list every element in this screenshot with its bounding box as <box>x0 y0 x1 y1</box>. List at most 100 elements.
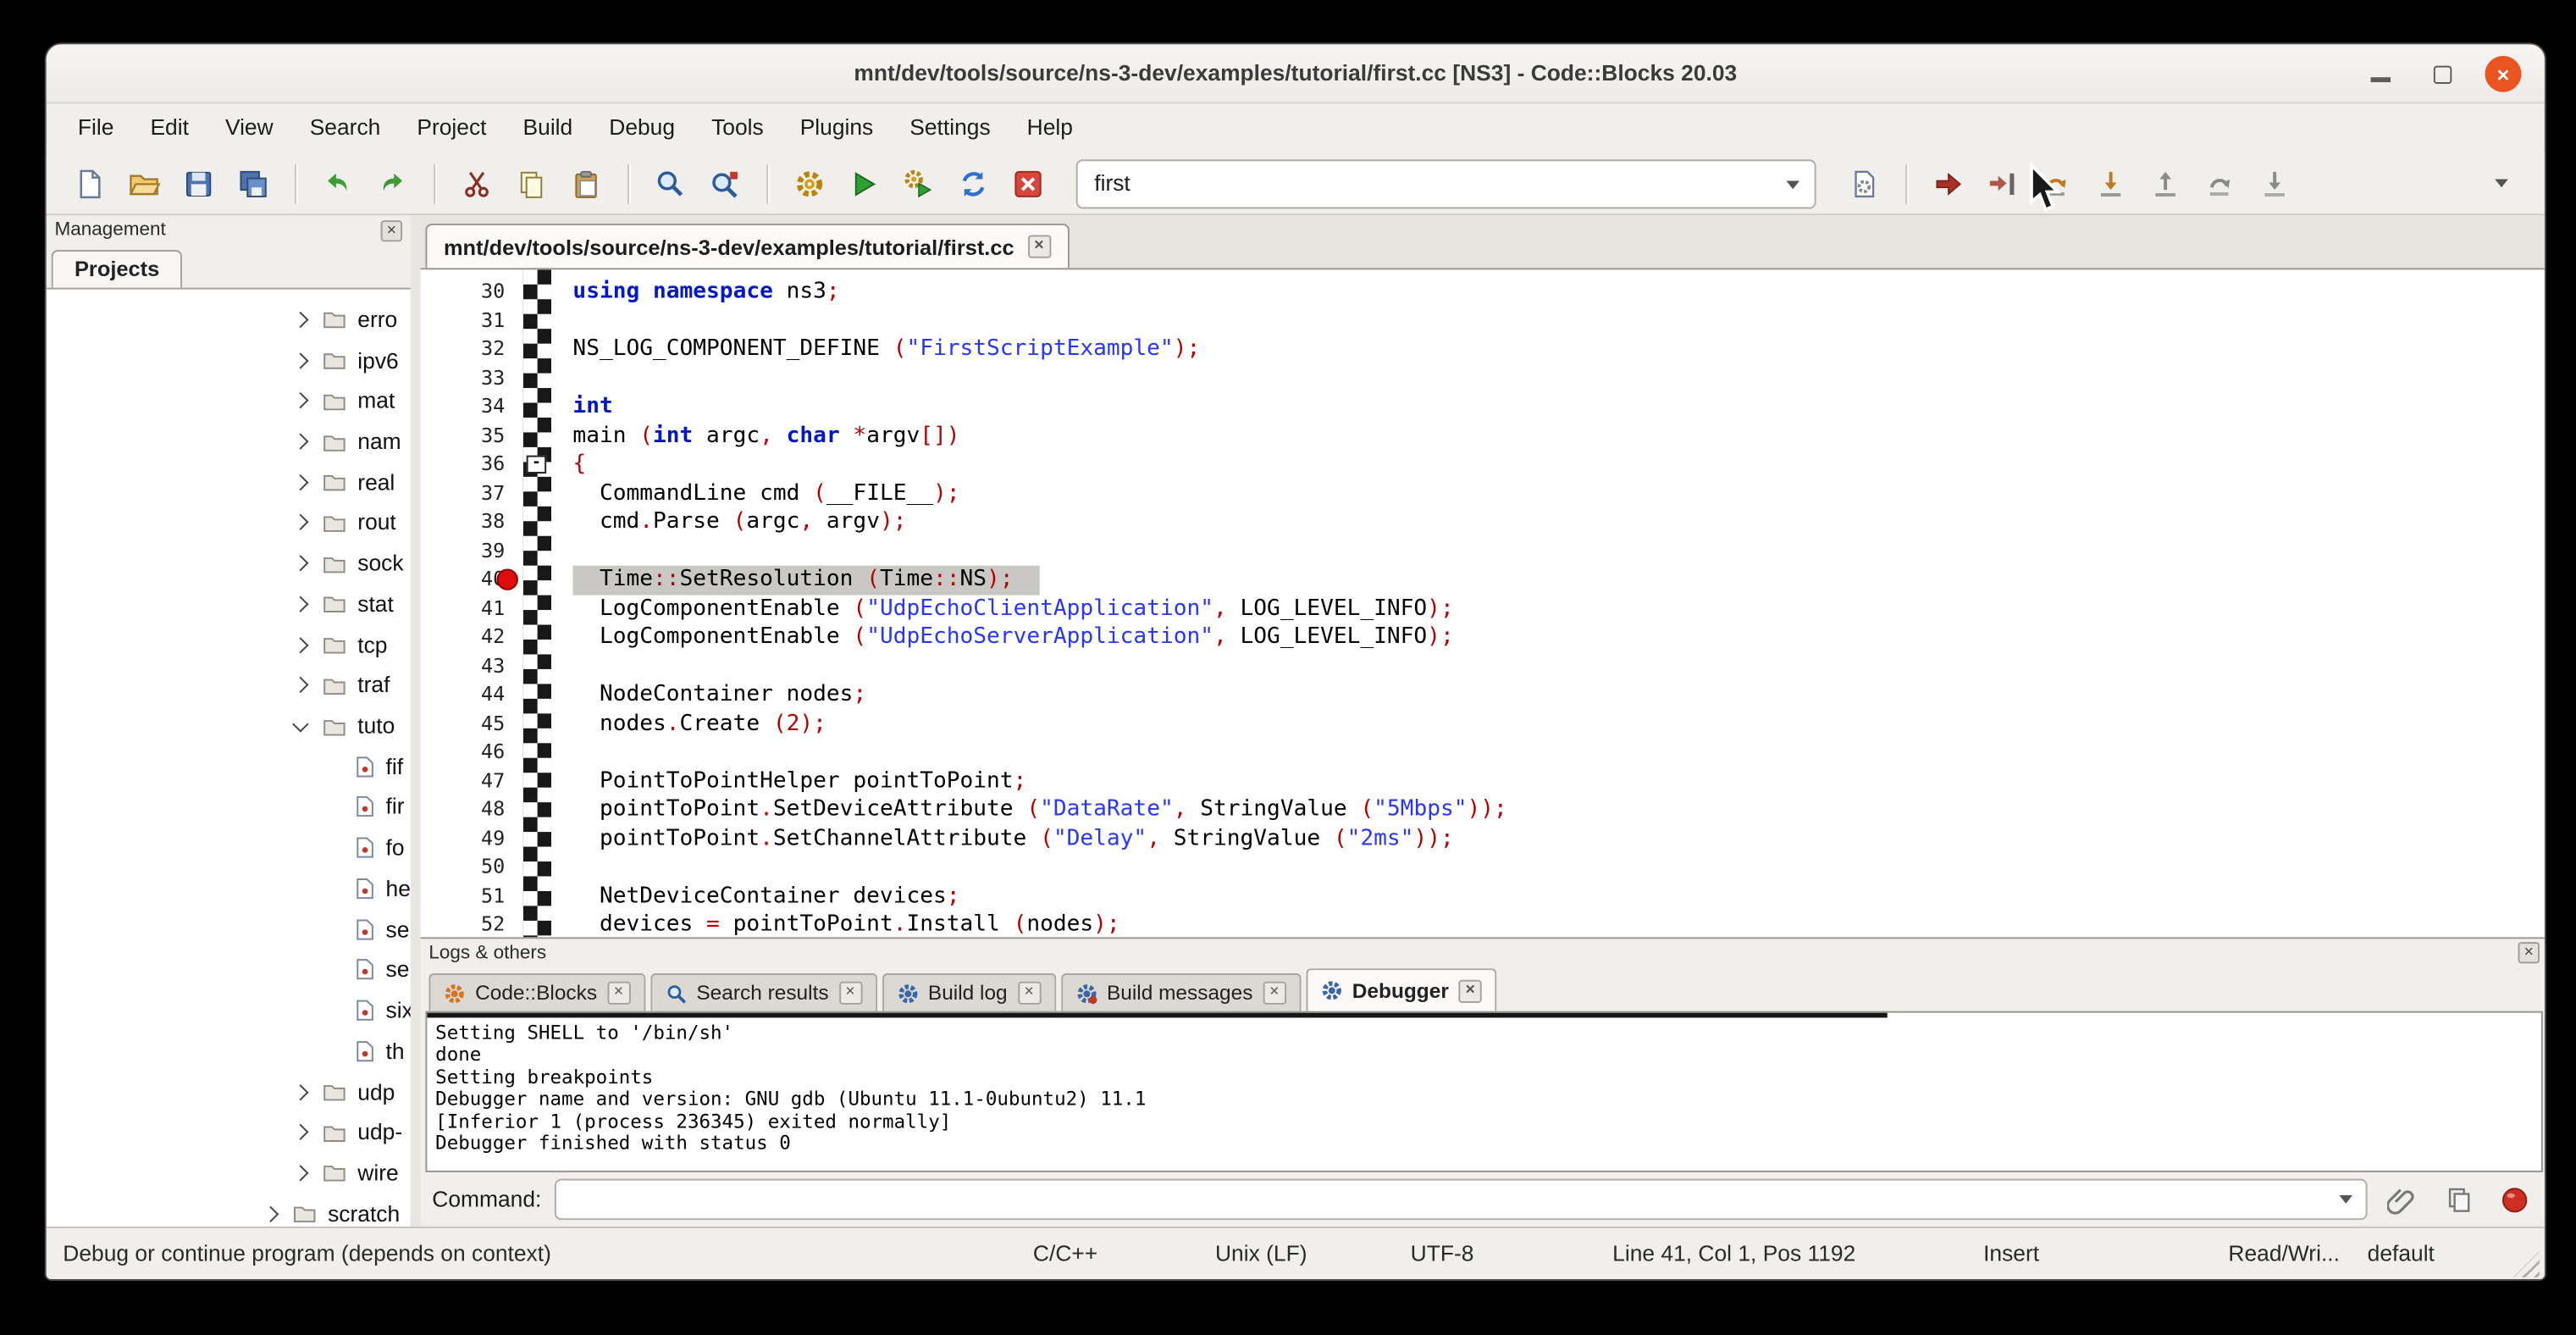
line-number[interactable]: 51 <box>421 882 517 911</box>
close-tab-icon[interactable]: × <box>1263 982 1285 1005</box>
tree-item[interactable]: six <box>47 990 411 1031</box>
tree-item[interactable]: nam <box>47 421 411 462</box>
tab-build-log[interactable]: Build log× <box>882 973 1055 1011</box>
code-line[interactable]: 31 <box>421 307 2546 335</box>
code-line[interactable]: 34int <box>421 393 2546 422</box>
line-number[interactable]: 44 <box>421 681 517 710</box>
code-line[interactable]: 40 Time::SetResolution (Time::NS); <box>421 566 2546 595</box>
fold-collapse-icon[interactable]: - <box>527 456 546 474</box>
code-line[interactable]: 35main (int argc, char *argv[]) <box>421 422 2546 451</box>
find-in-files-button[interactable] <box>702 160 749 206</box>
chevron-right-icon[interactable] <box>292 393 308 409</box>
chevron-right-icon[interactable] <box>292 1083 308 1100</box>
chevron-right-icon[interactable] <box>292 595 308 612</box>
code-line[interactable]: 42 LogComponentEnable ("UdpEchoServerApp… <box>421 623 2546 652</box>
menu-edit[interactable]: Edit <box>132 103 207 152</box>
paste-button[interactable] <box>563 160 610 206</box>
run-button[interactable] <box>841 160 887 206</box>
breakpoint-icon[interactable] <box>497 569 518 590</box>
chevron-right-icon[interactable] <box>263 1205 279 1221</box>
code-line[interactable]: 39 <box>421 537 2546 566</box>
toolbar-overflow-button[interactable] <box>2479 160 2525 206</box>
menu-build[interactable]: Build <box>505 103 591 152</box>
chevron-right-icon[interactable] <box>292 677 308 693</box>
close-tab-icon[interactable]: × <box>1017 982 1040 1005</box>
chevron-down-icon[interactable] <box>292 716 308 732</box>
close-logs-icon[interactable]: × <box>2518 942 2540 963</box>
tree-item[interactable]: mat <box>47 380 411 421</box>
code-line[interactable]: 33 <box>421 364 2546 393</box>
close-tab-icon[interactable]: × <box>1027 235 1050 258</box>
close-tab-icon[interactable]: × <box>607 982 630 1005</box>
line-number[interactable]: 43 <box>421 652 517 681</box>
tree-item[interactable]: real <box>47 462 411 502</box>
chevron-down-icon[interactable] <box>1786 180 1799 189</box>
menu-project[interactable]: Project <box>399 103 505 152</box>
tree-item[interactable]: sock <box>47 543 411 584</box>
tree-item[interactable]: fif <box>47 746 411 787</box>
title-bar[interactable]: mnt/dev/tools/source/ns-3-dev/examples/t… <box>47 44 2545 103</box>
tree-item[interactable]: fir <box>47 787 411 828</box>
rebuild-button[interactable] <box>950 160 997 206</box>
next-line-button[interactable] <box>2035 160 2081 206</box>
chevron-down-icon[interactable] <box>2339 1195 2352 1204</box>
tree-item[interactable]: fo <box>47 828 411 868</box>
line-number[interactable]: 52 <box>421 911 517 937</box>
line-number[interactable]: 36 <box>421 451 517 479</box>
tab-search-results[interactable]: Search results× <box>650 973 877 1011</box>
tree-item[interactable]: rout <box>47 502 411 543</box>
panel-splitter[interactable] <box>411 215 421 1227</box>
build-target-combo[interactable]: first <box>1076 158 1816 208</box>
copy-output-button[interactable] <box>2437 1178 2480 1221</box>
menu-view[interactable]: View <box>207 103 291 152</box>
chevron-right-icon[interactable] <box>292 434 308 450</box>
next-instruction-button[interactable] <box>2198 160 2245 206</box>
chevron-right-icon[interactable] <box>292 1124 308 1140</box>
chevron-right-icon[interactable] <box>292 515 308 531</box>
undo-button[interactable] <box>314 160 361 206</box>
close-tab-icon[interactable]: × <box>1459 979 1482 1002</box>
save-button[interactable] <box>175 160 222 206</box>
abort-build-button[interactable] <box>1005 160 1052 206</box>
resize-grip[interactable] <box>2513 1251 2540 1277</box>
line-number[interactable]: 48 <box>421 795 517 824</box>
build-and-run-button[interactable] <box>896 160 943 206</box>
tree-item[interactable]: erro <box>47 299 411 340</box>
menu-file[interactable]: File <box>59 103 132 152</box>
debug-continue-button[interactable] <box>1926 160 1972 206</box>
tab-code-blocks[interactable]: Code::Blocks× <box>428 973 644 1011</box>
close-button[interactable]: × <box>2485 56 2521 92</box>
code-line[interactable]: 49 pointToPoint.SetChannelAttribute ("De… <box>421 824 2546 853</box>
debugger-output[interactable]: Setting SHELL to '/bin/sh'doneSetting br… <box>425 1011 2542 1172</box>
command-input[interactable] <box>555 1179 2368 1221</box>
line-number[interactable]: 49 <box>421 824 517 853</box>
code-editor[interactable]: 30using namespace ns3;3132NS_LOG_COMPONE… <box>421 268 2546 937</box>
line-number[interactable]: 32 <box>421 335 517 364</box>
code-line[interactable]: 43 <box>421 652 2546 681</box>
line-number[interactable]: 30 <box>421 278 517 307</box>
find-button[interactable] <box>647 160 694 206</box>
code-line[interactable]: 44 NodeContainer nodes; <box>421 681 2546 710</box>
line-number[interactable]: 33 <box>421 364 517 393</box>
editor-tab[interactable]: mnt/dev/tools/source/ns-3-dev/examples/t… <box>425 224 1069 268</box>
code-line[interactable]: 48 pointToPoint.SetDeviceAttribute ("Dat… <box>421 795 2546 824</box>
line-number[interactable]: 42 <box>421 623 517 652</box>
chevron-right-icon[interactable] <box>292 474 308 490</box>
cut-button[interactable] <box>454 160 500 206</box>
tree-item[interactable]: th <box>47 1031 411 1072</box>
new-file-button[interactable] <box>66 160 113 206</box>
stop-debugger-button[interactable] <box>2493 1178 2536 1221</box>
code-line[interactable]: 46 <box>421 738 2546 767</box>
tab-build-messages[interactable]: Build messages× <box>1060 973 1301 1011</box>
line-number[interactable]: 39 <box>421 537 517 566</box>
close-tab-icon[interactable]: × <box>838 982 861 1005</box>
tree-item[interactable]: stat <box>47 584 411 624</box>
compile-current-file-button[interactable] <box>1841 160 1888 206</box>
code-line[interactable]: 50 <box>421 853 2546 882</box>
close-management-icon[interactable]: × <box>381 219 402 241</box>
save-all-button[interactable] <box>230 160 277 206</box>
code-line[interactable]: 52 devices = pointToPoint.Install (nodes… <box>421 911 2546 937</box>
code-line[interactable]: 37 CommandLine cmd (__FILE__); <box>421 479 2546 508</box>
open-file-button[interactable] <box>121 160 168 206</box>
menu-debug[interactable]: Debug <box>591 103 694 152</box>
